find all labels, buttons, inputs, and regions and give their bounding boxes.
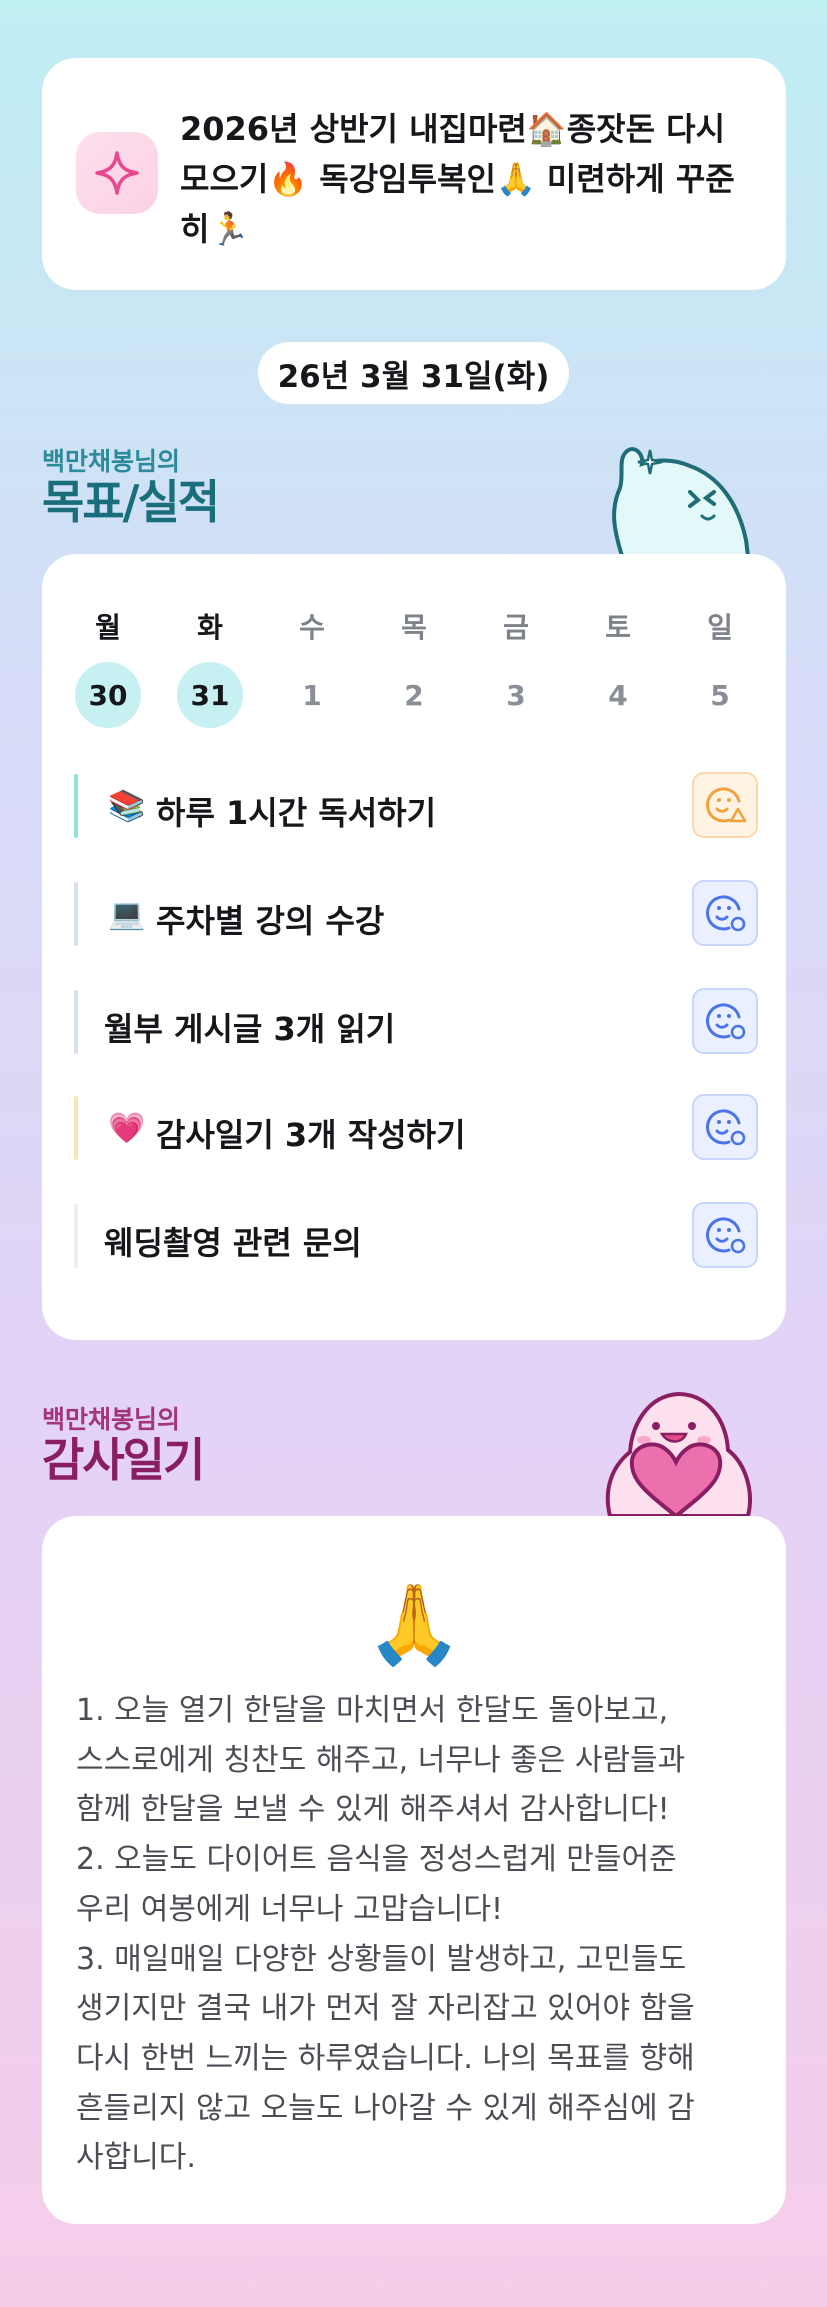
goal-status-button[interactable] — [692, 880, 758, 946]
goal-text: 2026년 상반기 내집마련🏠종잣돈 다시 모으기🔥 독강임투복인🙏 미련하게 … — [180, 110, 735, 248]
heart-mascot-icon — [605, 1391, 752, 1516]
face-warning-icon — [706, 787, 747, 823]
goal-label: 주차별 강의 수강 — [156, 902, 385, 940]
ghost-mascot-icon — [612, 447, 751, 556]
gratitude-journal-card: 🙏 1. 오늘 열기 한달을 마치면서 한달도 돌아보고, 스스로에게 칭찬도 … — [42, 1516, 786, 2224]
books-icon: 📚 — [108, 789, 146, 824]
face-plus-icon — [706, 1217, 746, 1254]
goals-section-title: 목표/실적 — [42, 475, 220, 529]
day-label-wed: 수 — [299, 611, 325, 644]
face-plus-icon — [706, 1109, 746, 1146]
goal-accent-bar — [74, 774, 78, 838]
goal-label: 하루 1시간 독서하기 — [156, 794, 437, 832]
goal-card[interactable]: 2026년 상반기 내집마련🏠종잣돈 다시 모으기🔥 독강임투복인🙏 미련하게 … — [42, 58, 786, 290]
day-label-tue: 화 — [197, 611, 223, 644]
goal-accent-bar — [74, 882, 78, 946]
goal-status-button[interactable] — [692, 988, 758, 1054]
gratitude-section-title: 감사일기 — [42, 1433, 205, 1487]
date-pill: 26년 3월 31일(화) — [258, 342, 569, 404]
goal-status-button[interactable] — [692, 1202, 758, 1268]
goal-accent-bar — [74, 1204, 78, 1268]
day-label-mon: 월 — [95, 611, 121, 644]
day-num-tue[interactable]: 31 — [177, 662, 243, 728]
gratitude-journal-text: 1. 오늘 열기 한달을 마치면서 한달도 돌아보고, 스스로에게 칭찬도 해주… — [76, 1693, 695, 2176]
day-num-mon[interactable]: 30 — [75, 662, 141, 728]
goal-item[interactable]: 💻 주차별 강의 수강 — [74, 880, 758, 948]
goal-status-button[interactable] — [692, 772, 758, 838]
weekly-goals-card: 월 화 수 목 금 토 일 30 31 1 2 3 4 5 📚 하루 1시간 독… — [42, 554, 786, 1340]
day-num-thu[interactable]: 2 — [381, 662, 447, 728]
day-label-fri: 금 — [503, 611, 529, 644]
goal-label: 감사일기 3개 작성하기 — [156, 1116, 466, 1154]
goal-status-button[interactable] — [692, 1094, 758, 1160]
face-plus-icon — [706, 1003, 746, 1040]
goal-accent-bar — [74, 1096, 78, 1160]
sparkle-icon — [76, 132, 158, 214]
goal-accent-bar — [74, 990, 78, 1054]
goal-label: 월부 게시글 3개 읽기 — [104, 1010, 396, 1048]
day-label-thu: 목 — [401, 611, 427, 644]
goal-item[interactable]: 💗 감사일기 3개 작성하기 — [74, 1094, 758, 1162]
goal-item[interactable]: 📚 하루 1시간 독서하기 — [74, 772, 758, 840]
laptop-icon: 💻 — [108, 897, 146, 932]
goal-item[interactable]: 웨딩촬영 관련 문의 — [74, 1202, 758, 1270]
goal-item[interactable]: 월부 게시글 3개 읽기 — [74, 988, 758, 1056]
day-num-sat[interactable]: 4 — [585, 662, 651, 728]
praying-hands-icon: 🙏 — [365, 1580, 463, 1670]
day-label-sun: 일 — [707, 611, 733, 644]
day-num-sun[interactable]: 5 — [687, 662, 753, 728]
face-plus-icon — [706, 895, 746, 932]
heart-icon: 💗 — [108, 1111, 146, 1146]
day-num-wed[interactable]: 1 — [279, 662, 345, 728]
day-label-sat: 토 — [605, 611, 631, 644]
goal-label: 웨딩촬영 관련 문의 — [104, 1224, 362, 1262]
day-num-fri[interactable]: 3 — [483, 662, 549, 728]
